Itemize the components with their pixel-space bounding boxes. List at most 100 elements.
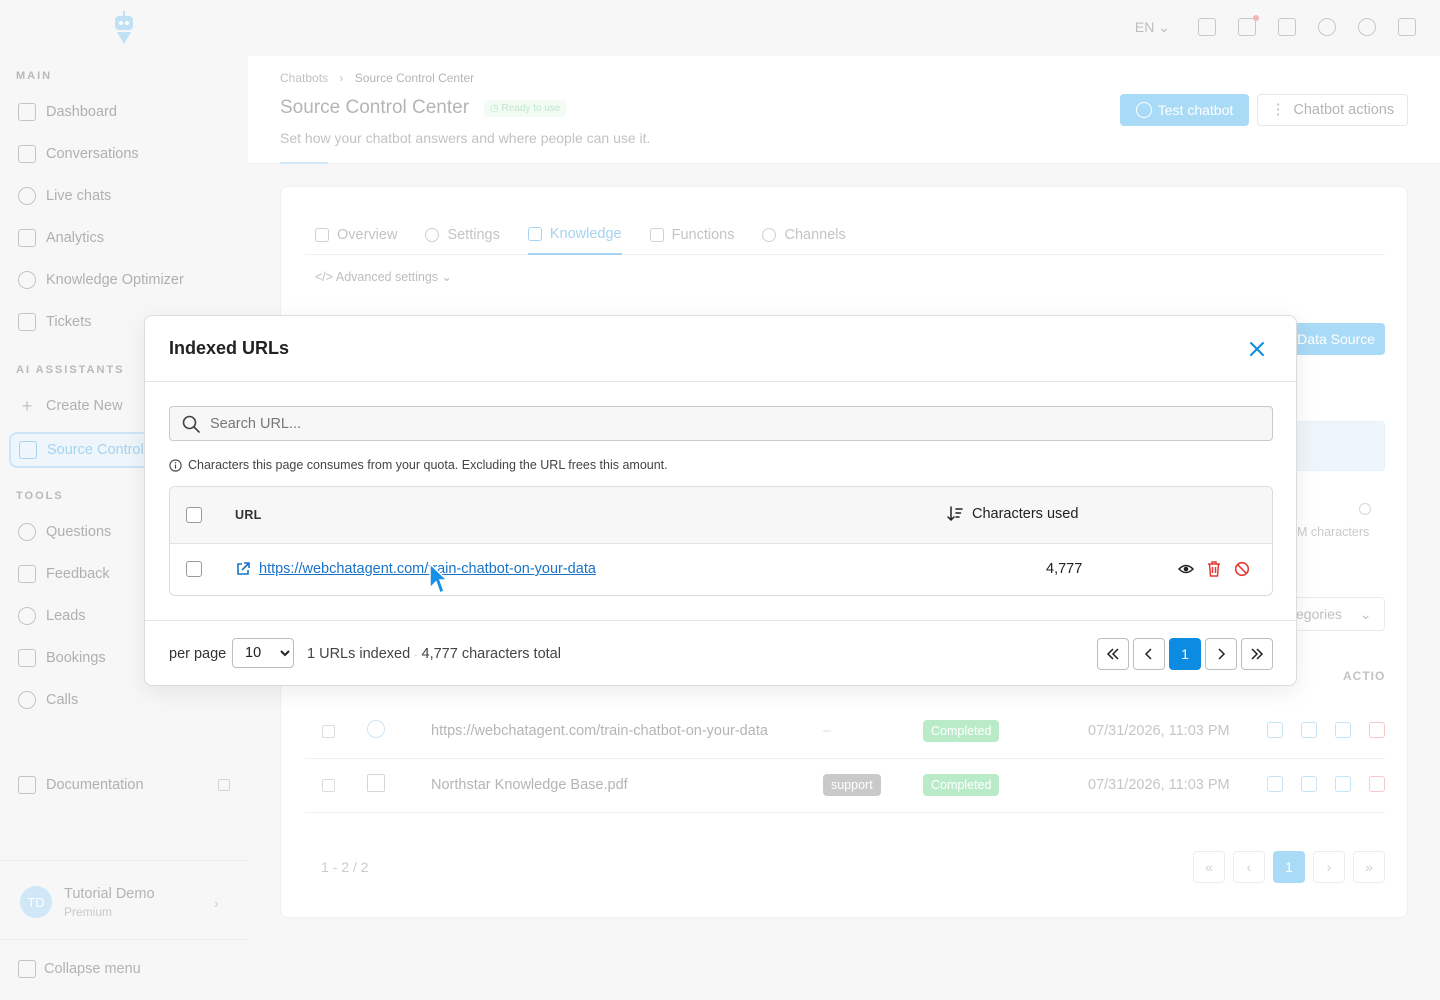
mouse-cursor-icon bbox=[429, 562, 448, 595]
table-row: Northstar Knowledge Base.pdf support Com… bbox=[305, 759, 1385, 813]
help-icon[interactable] bbox=[1318, 18, 1336, 36]
file-icon bbox=[367, 774, 385, 792]
tab-settings[interactable]: Settings bbox=[425, 215, 500, 255]
avatar: TD bbox=[20, 886, 52, 918]
chat-icon bbox=[1135, 102, 1152, 118]
characters-column-header[interactable]: Characters used bbox=[946, 505, 1078, 523]
row-actions bbox=[1267, 722, 1385, 738]
columns-icon bbox=[18, 313, 36, 331]
user-profile[interactable]: TD Tutorial Demo Premium › bbox=[0, 860, 248, 940]
news-icon[interactable] bbox=[1238, 15, 1259, 36]
collapse-menu-button[interactable]: Collapse menu bbox=[18, 960, 141, 978]
edit-icon[interactable] bbox=[1301, 722, 1317, 738]
tab-label: Overview bbox=[337, 227, 398, 243]
close-button[interactable] bbox=[1245, 337, 1269, 361]
tab-functions[interactable]: Functions bbox=[649, 215, 734, 255]
view-button[interactable] bbox=[1177, 560, 1195, 578]
quota-hint-text: Characters this page consumes from your … bbox=[188, 458, 668, 472]
sidebar-item-knowledge-optimizer[interactable]: Knowledge Optimizer bbox=[16, 263, 236, 297]
robot-logo-icon[interactable] bbox=[110, 10, 138, 46]
external-link-icon[interactable] bbox=[235, 561, 251, 577]
collapse-label: Collapse menu bbox=[44, 961, 141, 977]
chevron-right-icon bbox=[1218, 648, 1226, 660]
actions-column-header: ACTIO bbox=[1343, 669, 1386, 683]
plus-icon: + bbox=[21, 395, 33, 416]
page-1-button[interactable]: 1 bbox=[1273, 851, 1305, 883]
chevron-right-icon: › bbox=[214, 895, 219, 911]
breadcrumb: Chatbots › Source Control Center bbox=[280, 71, 474, 85]
tab-bar: Overview Settings Knowledge Functions Ch… bbox=[305, 215, 1385, 255]
book-open-icon[interactable] bbox=[1278, 18, 1296, 36]
list-icon[interactable] bbox=[1335, 722, 1351, 738]
chatbot-actions-button[interactable]: ⋮ Chatbot actions bbox=[1257, 94, 1408, 126]
indexed-summary: 1 URLs indexed · 4,777 characters total bbox=[307, 646, 561, 662]
sidebar-item-calls[interactable]: Calls bbox=[16, 683, 236, 717]
language-label: EN bbox=[1134, 18, 1155, 35]
advanced-settings-label: Advanced settings bbox=[335, 270, 439, 284]
status-badge: Completed bbox=[923, 774, 1000, 796]
page-1-button[interactable]: 1 bbox=[1169, 638, 1201, 670]
characters-column-label: Characters used bbox=[972, 506, 1079, 522]
first-page-button[interactable]: « bbox=[1193, 851, 1225, 883]
search-url-input[interactable] bbox=[210, 415, 1250, 432]
prev-page-button[interactable]: ‹ bbox=[1233, 851, 1265, 883]
tab-knowledge[interactable]: Knowledge bbox=[527, 215, 622, 255]
sidebar-item-documentation[interactable]: Documentation bbox=[16, 768, 236, 802]
tab-overview[interactable]: Overview bbox=[315, 215, 397, 255]
last-page-button[interactable]: » bbox=[1353, 851, 1385, 883]
sidebar-item-label: Analytics bbox=[46, 230, 105, 246]
sidebar-item-label: Documentation bbox=[46, 777, 144, 793]
next-page-button[interactable]: › bbox=[1313, 851, 1345, 883]
tab-channels[interactable]: Channels bbox=[762, 215, 846, 255]
sidebar-section-ai-assistants: AI ASSISTANTS bbox=[16, 364, 125, 376]
tab-label: Channels bbox=[784, 227, 846, 243]
select-all-checkbox[interactable] bbox=[186, 507, 202, 523]
refresh-icon[interactable] bbox=[1267, 722, 1283, 738]
refresh-icon[interactable] bbox=[1267, 776, 1283, 792]
dashboard-icon bbox=[18, 103, 36, 121]
url-column-header: URL bbox=[235, 508, 262, 522]
first-page-button[interactable] bbox=[1097, 638, 1129, 670]
breadcrumb-chatbots[interactable]: Chatbots bbox=[280, 71, 328, 85]
summary-separator: · bbox=[414, 650, 418, 661]
sidebar-item-live-chats[interactable]: Live chats bbox=[16, 179, 236, 213]
updated-date: 07/31/2026, 11:03 PM bbox=[1088, 723, 1230, 739]
table-row: https://webchatagent.com/train-chatbot-o… bbox=[170, 544, 1272, 595]
status-badge: ◷ Ready to use bbox=[484, 100, 567, 117]
info-icon bbox=[169, 458, 182, 472]
trash-icon[interactable] bbox=[1369, 776, 1385, 792]
sidebar-item-analytics[interactable]: Analytics bbox=[16, 221, 236, 255]
overview-icon bbox=[315, 228, 329, 242]
source-name: Northstar Knowledge Base.pdf bbox=[431, 777, 628, 793]
language-select[interactable]: EN ⌄ bbox=[1135, 19, 1170, 36]
trash-icon[interactable] bbox=[1369, 722, 1385, 738]
external-link-icon bbox=[218, 779, 230, 791]
sidebar-item-conversations[interactable]: Conversations bbox=[16, 137, 236, 171]
exclude-button[interactable] bbox=[1234, 560, 1250, 578]
prev-page-button[interactable] bbox=[1133, 638, 1165, 670]
download-icon[interactable] bbox=[1335, 776, 1351, 792]
row-checkbox[interactable] bbox=[322, 779, 335, 792]
sidebar-item-label: Tickets bbox=[46, 314, 92, 330]
last-page-button[interactable] bbox=[1241, 638, 1273, 670]
sidebar-item-dashboard[interactable]: Dashboard bbox=[16, 95, 236, 129]
edit-icon[interactable] bbox=[1301, 776, 1317, 792]
advanced-settings-toggle[interactable]: </> Advanced settings ⌄ bbox=[315, 269, 452, 284]
sidebar-item-label: Live chats bbox=[46, 188, 112, 204]
page-header: Chatbots › Source Control Center Source … bbox=[248, 56, 1440, 164]
users-icon bbox=[18, 607, 36, 625]
row-checkbox[interactable] bbox=[322, 725, 335, 738]
trash-icon bbox=[1208, 561, 1220, 577]
page-title: Source Control Center bbox=[280, 97, 470, 118]
next-page-button[interactable] bbox=[1205, 638, 1237, 670]
row-checkbox[interactable] bbox=[186, 561, 202, 577]
logout-icon[interactable] bbox=[1398, 18, 1416, 36]
delete-button[interactable] bbox=[1206, 560, 1222, 578]
sort-icon bbox=[947, 506, 963, 522]
characters-total: 4,777 characters total bbox=[421, 646, 561, 662]
per-page-select[interactable]: 10 bbox=[232, 638, 294, 668]
test-chatbot-button[interactable]: Test chatbot bbox=[1120, 94, 1249, 126]
search-box bbox=[169, 406, 1273, 441]
user-icon[interactable] bbox=[1358, 18, 1376, 36]
monitor-icon[interactable] bbox=[1198, 18, 1216, 36]
